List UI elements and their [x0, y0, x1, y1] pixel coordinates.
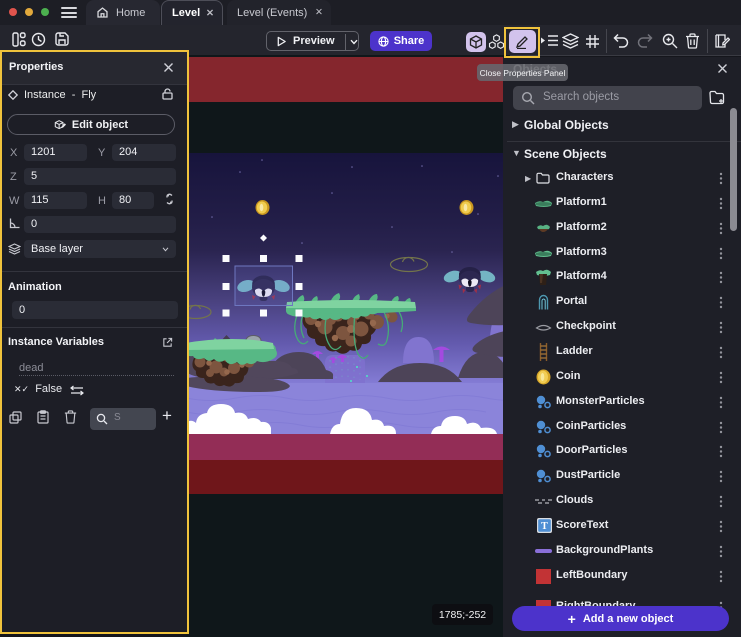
svg-text:T: T: [541, 521, 548, 532]
